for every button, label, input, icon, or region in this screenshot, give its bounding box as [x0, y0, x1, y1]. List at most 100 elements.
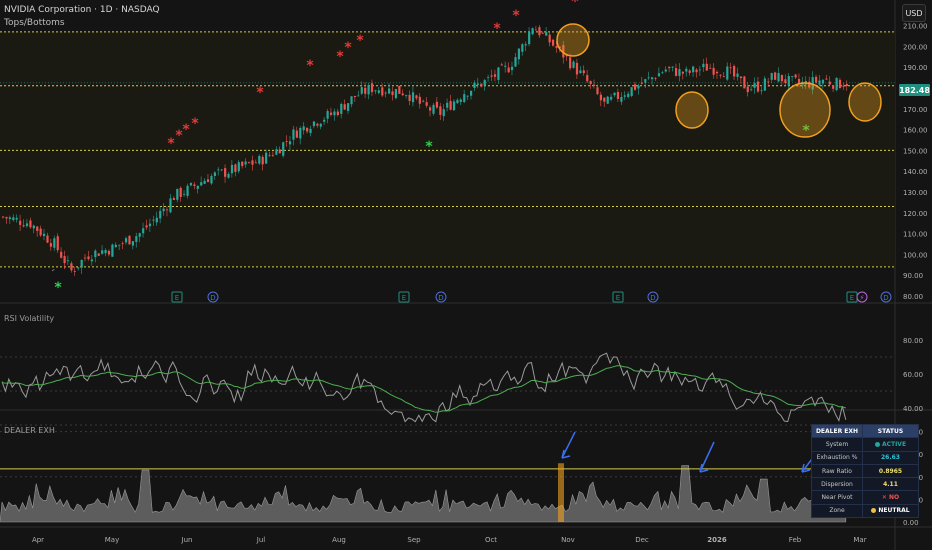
candle-body: [152, 219, 155, 221]
candle-body: [541, 32, 544, 34]
candle-body: [480, 83, 483, 87]
candle-body: [729, 67, 732, 69]
candle-body: [401, 93, 404, 96]
candle-body: [705, 63, 708, 71]
candle-body: [83, 257, 87, 259]
candle-body: [80, 259, 83, 268]
candle-body: [217, 169, 220, 171]
dividend-letter: D: [210, 294, 215, 302]
candle-body: [411, 92, 415, 103]
price-chart[interactable]: 1 (181.10)0.786 (170.13)0.618 (161.52)0.…: [0, 0, 932, 550]
candle-body: [767, 81, 770, 83]
table-header-status: STATUS: [862, 423, 919, 439]
candle-body: [189, 182, 193, 186]
pivot-star-icon: *: [54, 280, 62, 296]
candle-body: [2, 216, 5, 218]
currency-button[interactable]: USD: [902, 4, 926, 22]
candle-body: [94, 250, 97, 258]
candle-body: [312, 121, 316, 127]
rsi-tick: 80.00: [903, 337, 923, 345]
candle-body: [159, 210, 162, 219]
row-key: Near Pivot: [811, 490, 863, 505]
candle-body: [821, 79, 825, 84]
candle-body: [288, 141, 292, 145]
candle-body: [244, 161, 247, 165]
row-key: Dispersion: [811, 477, 863, 492]
candle-body: [384, 92, 387, 94]
candle-body: [77, 267, 80, 269]
candle-body: [466, 95, 469, 97]
candle-body: [336, 111, 339, 116]
candle-body: [323, 119, 326, 122]
earnings-letter: E: [175, 294, 179, 302]
dividend-letter: D: [650, 294, 655, 302]
rsi-pane-label[interactable]: RSI Volatility: [4, 314, 54, 323]
candle-body: [405, 95, 408, 97]
candle-body: [25, 223, 29, 227]
candle-body: [726, 66, 729, 80]
candle-body: [815, 76, 818, 83]
symbol-title[interactable]: NVIDIA Corporation · 1D · NASDAQ: [4, 5, 160, 15]
table-header-indicator: DEALER EXH: [811, 423, 863, 439]
candle-body: [719, 74, 722, 76]
price-tick: 110.00: [903, 231, 928, 239]
candle-body: [388, 88, 391, 94]
candle-body: [73, 271, 76, 272]
candle-body: [292, 129, 295, 140]
candle-body: [589, 81, 592, 85]
price-tick: 200.00: [903, 43, 928, 51]
candle-body: [845, 83, 848, 87]
candle-body: [347, 103, 350, 111]
price-tick: 170.00: [903, 106, 928, 114]
candle-body: [661, 72, 664, 74]
candle-body: [784, 79, 787, 84]
candle-body: [681, 71, 684, 74]
candle-body: [651, 77, 654, 80]
time-tick: Sep: [407, 536, 421, 544]
time-tick: Jul: [256, 536, 266, 544]
candle-body: [828, 81, 831, 85]
candle-body: [647, 77, 650, 79]
candle-body: [118, 244, 121, 246]
highlight-circle: [848, 82, 882, 122]
candle-body: [777, 73, 780, 82]
pivot-star-icon: *: [336, 49, 344, 65]
candle-body: [592, 84, 596, 86]
row-value: 4.11: [862, 477, 919, 492]
candle-body: [360, 87, 363, 94]
row-value: ✕ NO: [862, 490, 919, 505]
candle-body: [422, 100, 425, 102]
indicator-name[interactable]: Tops/Bottoms: [4, 18, 65, 28]
candle-body: [364, 87, 367, 94]
candle-body: [230, 164, 234, 174]
candle-body: [128, 235, 131, 245]
candle-body: [746, 86, 749, 93]
candle-body: [206, 179, 210, 183]
candle-body: [46, 235, 49, 243]
candle-body: [101, 250, 104, 254]
time-tick: Aug: [332, 536, 346, 544]
candle-body: [5, 217, 8, 219]
dealer-pane-label[interactable]: DEALER EXH: [4, 426, 55, 435]
time-tick: 2026: [707, 536, 727, 544]
candle-body: [172, 198, 176, 200]
candle-body: [490, 75, 493, 77]
candle-body: [712, 67, 715, 75]
candle-body: [695, 69, 698, 73]
candle-body: [39, 228, 42, 236]
candle-body: [435, 101, 439, 108]
candle-body: [415, 95, 418, 99]
candle-body: [818, 80, 821, 85]
candle-body: [664, 69, 667, 72]
candle-body: [56, 236, 59, 251]
candle-body: [299, 127, 302, 139]
time-tick: Mar: [853, 536, 866, 544]
candle-body: [692, 66, 695, 73]
candle-body: [285, 141, 288, 142]
candle-body: [241, 161, 244, 167]
candle-body: [842, 85, 845, 87]
candle-body: [528, 31, 531, 45]
dividend-letter: D: [883, 294, 888, 302]
candle-body: [770, 73, 773, 80]
candle-body: [586, 75, 589, 82]
